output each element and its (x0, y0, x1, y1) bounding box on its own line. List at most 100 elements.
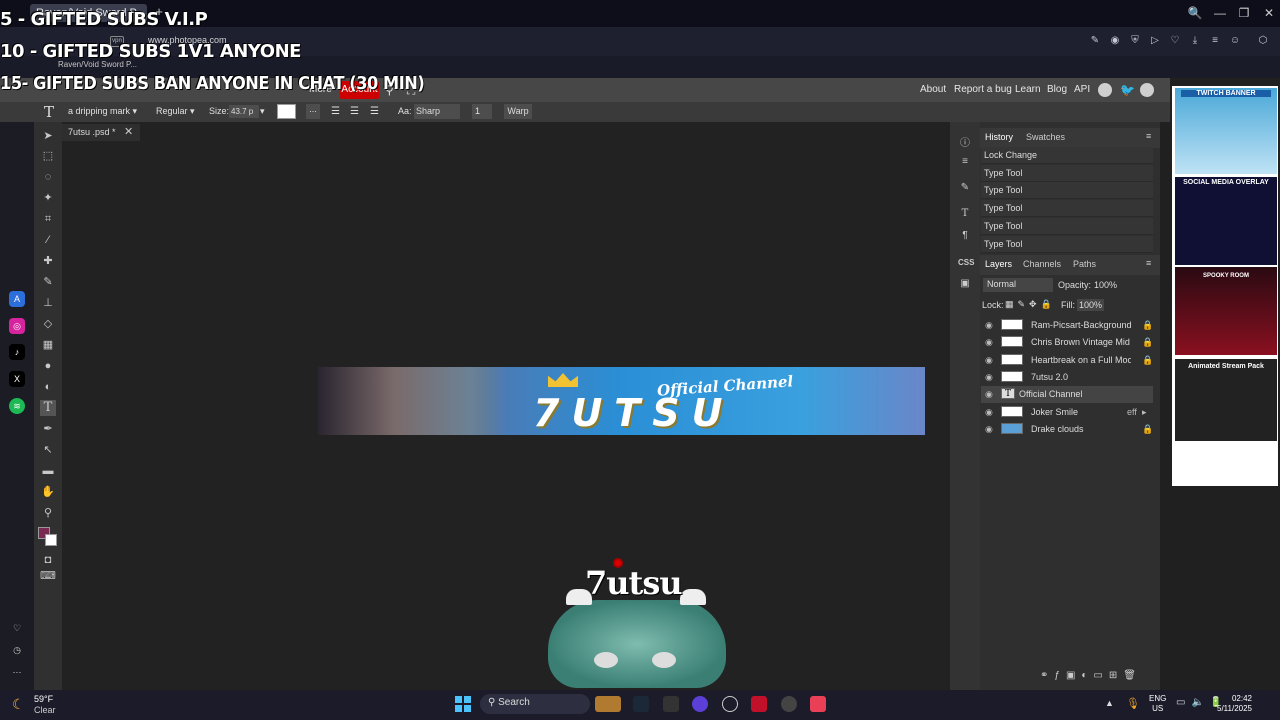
warp-button[interactable]: Warp (504, 104, 532, 119)
close-document-icon[interactable]: ✕ (124, 125, 133, 138)
visibility-icon[interactable]: ◉ (985, 355, 993, 366)
tab-layers[interactable]: Layers (985, 259, 1012, 269)
history-item[interactable]: Type Tool (981, 236, 1153, 253)
image-icon[interactable]: ▣ (958, 278, 972, 292)
visibility-icon[interactable]: ◉ (985, 424, 993, 435)
gradient-tool-icon[interactable]: ▦ (40, 337, 56, 353)
history-item[interactable]: Lock Change (981, 147, 1153, 164)
healing-brush-icon[interactable]: ✚ (40, 253, 56, 269)
profile-icon[interactable]: ☺ (1228, 34, 1242, 48)
twitter-icon[interactable]: 🐦 (1120, 83, 1135, 97)
effects-badge[interactable]: eff (1127, 407, 1137, 417)
panel-menu-icon[interactable]: ≡ (1146, 258, 1151, 268)
tray-expand-icon[interactable]: ▲ (1105, 698, 1114, 708)
app-icon[interactable] (692, 696, 708, 712)
heart-icon[interactable]: ♡ (1168, 34, 1182, 48)
visibility-icon[interactable]: ◉ (985, 337, 993, 348)
background-color-swatch[interactable] (45, 534, 57, 546)
font-style-select[interactable]: Regular ▾ (156, 106, 195, 117)
x-icon[interactable]: X (9, 371, 25, 387)
layer-actions-bar[interactable]: ⚭ƒ▣◐▭⊞🗑 (1040, 670, 1142, 681)
minimize-button[interactable]: — (1210, 4, 1230, 22)
css-icon[interactable]: CSS (958, 258, 974, 272)
edit-icon[interactable]: ✎ (1088, 34, 1102, 48)
epic-games-icon[interactable] (663, 696, 679, 712)
weather-moon-icon[interactable]: ☾ (12, 696, 28, 712)
menu-blog[interactable]: Blog (1047, 84, 1067, 95)
eraser-tool-icon[interactable]: ◇ (40, 316, 56, 332)
download-icon[interactable]: ⤓ (1188, 34, 1202, 48)
opera-gx-icon[interactable] (751, 696, 767, 712)
shape-tool-icon[interactable]: ▬ (40, 463, 56, 479)
close-window-button[interactable]: ✕ (1259, 4, 1279, 22)
blend-mode-select[interactable]: Normal (983, 278, 1053, 292)
tracking-select[interactable]: 1 (472, 104, 492, 119)
panel-menu-icon[interactable]: ≡ (1146, 131, 1151, 141)
extension-icon[interactable]: ⬡ (1256, 34, 1270, 48)
shield-icon[interactable]: ⛨ (1128, 34, 1142, 48)
pen-tool-icon[interactable]: ✒ (40, 421, 56, 437)
ad-social-overlay[interactable]: SOCIAL MEDIA OVERLAY (1175, 177, 1277, 265)
quick-mask-icon[interactable]: ◘ (40, 552, 56, 568)
align-right-icon[interactable]: ☰ (370, 106, 379, 117)
app-thumbnail-icon[interactable] (595, 696, 621, 712)
size-dropdown-icon[interactable]: ▾ (260, 106, 265, 117)
search-icon[interactable]: 🔍 (1185, 4, 1205, 22)
heart-icon[interactable]: ♡ (9, 620, 25, 636)
history-item[interactable]: Type Tool (981, 165, 1153, 182)
tab-history[interactable]: History (985, 132, 1013, 142)
info-icon[interactable]: ⓘ (958, 134, 972, 149)
visibility-icon[interactable]: ◉ (985, 407, 993, 418)
lasso-tool-icon[interactable]: ◌ (40, 169, 56, 185)
weather-description[interactable]: Clear (34, 705, 56, 715)
steam-icon[interactable] (633, 696, 649, 712)
layer-row[interactable]: ◉ Joker Smile eff ▸ (981, 404, 1153, 421)
start-button[interactable] (455, 696, 471, 712)
blur-tool-icon[interactable]: ● (40, 358, 56, 374)
font-family-select[interactable]: a dripping mark ▾ (68, 106, 137, 117)
app-icon[interactable]: A (9, 291, 25, 307)
eyedropper-icon[interactable]: ⁄ (40, 232, 56, 248)
instagram-icon[interactable]: ◎ (9, 318, 25, 334)
move-tool-icon[interactable]: ➤ (40, 128, 56, 144)
zoom-tool-icon[interactable]: ⚲ (40, 505, 56, 521)
spotify-icon[interactable]: ≋ (9, 398, 25, 414)
ad-stream-pack[interactable]: Animated Stream Pack (1175, 359, 1277, 441)
crop-tool-icon[interactable]: ⌗ (40, 211, 56, 227)
expand-arrow-icon[interactable]: ▸ (1142, 407, 1147, 418)
chrome-icon[interactable] (722, 696, 738, 712)
antialias-select[interactable]: Sharp (414, 104, 460, 119)
weather-temperature[interactable]: 59°F (34, 694, 53, 704)
itunes-icon[interactable] (810, 696, 826, 712)
ad-twitch-banner[interactable]: TWITCH BANNER (1175, 88, 1277, 174)
layer-row-selected[interactable]: ◉ T Official Channel (981, 386, 1153, 403)
opacity-input[interactable]: 100% (1094, 280, 1117, 290)
maximize-button[interactable]: ❐ (1234, 4, 1254, 22)
menu-report-bug[interactable]: Report a bug (954, 84, 1012, 95)
type-tool-icon[interactable]: T (40, 400, 56, 416)
lock-options-icon[interactable]: ▦✎✥🔒 (1005, 299, 1056, 310)
reddit-icon[interactable] (1098, 83, 1112, 97)
menu-about[interactable]: About (920, 84, 946, 95)
layer-row[interactable]: ◉ Drake clouds 🔒 (981, 421, 1153, 438)
history-item[interactable]: Type Tool (981, 200, 1153, 217)
history-item[interactable]: Type Tool (981, 182, 1153, 199)
visibility-icon[interactable]: ◉ (985, 372, 993, 383)
layer-row[interactable]: ◉ Chris Brown Vintage Mid 🔒 (981, 334, 1153, 351)
clock-icon[interactable]: ◷ (9, 642, 25, 658)
keyboard-icon[interactable]: ⌨ (40, 568, 56, 584)
path-select-icon[interactable]: ↖ (40, 442, 56, 458)
align-center-icon[interactable]: ☰ (350, 106, 359, 117)
layer-row[interactable]: ◉ Heartbreak on a Full Moo 🔒 (981, 352, 1153, 369)
clone-stamp-icon[interactable]: ⊥ (40, 295, 56, 311)
visibility-icon[interactable]: ◉ (985, 389, 993, 400)
facebook-icon[interactable] (1140, 83, 1154, 97)
menu-learn[interactable]: Learn (1015, 84, 1041, 95)
camera-icon[interactable]: ◉ (1108, 34, 1122, 48)
menu-icon[interactable]: ≡ (1208, 34, 1222, 48)
properties-icon[interactable]: ≡ (958, 156, 972, 170)
microphone-icon[interactable]: 🎙 (1126, 697, 1140, 710)
magic-wand-icon[interactable]: ✦ (40, 190, 56, 206)
obs-icon[interactable] (781, 696, 797, 712)
tab-paths[interactable]: Paths (1073, 259, 1096, 269)
